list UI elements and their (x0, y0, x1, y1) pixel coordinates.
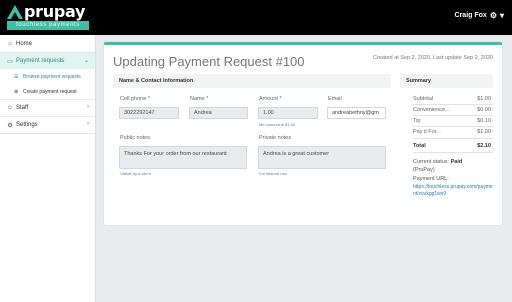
sidebar-item-home[interactable]: ⌂ Home (0, 36, 95, 52)
summary-label: Convenience... (413, 107, 450, 113)
plus-circle-icon: ⊕ (14, 88, 19, 95)
cell-phone-label: Cell phone * (120, 96, 150, 102)
summary-label: Pay it For... (413, 129, 441, 135)
summary-row-subtotal: Subtotal $1.00 (413, 96, 491, 102)
cell-phone-field[interactable]: 3022292147 (119, 107, 179, 119)
gear-icon: ⚙ (489, 11, 497, 20)
summary-value: $0.10 (477, 118, 491, 124)
summary-value: $1.00 (477, 129, 491, 135)
private-notes-hint: For internal use (259, 171, 287, 176)
amount-label: Amount * (259, 96, 282, 102)
summary-row-total: Total $2.10 (413, 143, 491, 149)
email-label: Email (328, 96, 342, 102)
summary-section-header: Summary (400, 74, 493, 88)
sidebar-item-settings[interactable]: ⚙ Settings › (0, 117, 95, 133)
logo-text: prupay (24, 2, 86, 21)
name-label: Name * (190, 96, 209, 102)
top-bar: prupay touchless payments Craig Fox ⚙ ▾ (0, 0, 512, 35)
sidebar-item-label: Home (16, 41, 33, 47)
sidebar-item-staff[interactable]: ☺ Staff › (0, 100, 95, 116)
amount-field[interactable]: 1.00 (258, 107, 318, 119)
logo-tagline: touchless payments (7, 21, 89, 30)
payment-request-card: Updating Payment Request #100 Created at… (104, 42, 502, 225)
home-icon: ⌂ (8, 41, 12, 47)
current-status: Current status: Paid (413, 159, 462, 165)
sidebar-subitem-label: Create payment request (23, 88, 77, 95)
user-name: Craig Fox (454, 12, 487, 19)
amount-hint: Min amount is $1.00 (259, 122, 296, 127)
status-label: Current status: (413, 159, 450, 165)
sidebar: ⌂ Home ▭ Payment requests ⌄ ☰ Browse pay… (0, 35, 96, 302)
caret-down-icon: ▾ (499, 11, 504, 20)
chevron-right-icon: › (87, 104, 89, 110)
contact-section-header: Name & Contact Information (113, 74, 391, 88)
created-timestamp: Created at Sep 2, 2020, Last update Sep … (373, 55, 493, 61)
summary-row-tip: Tip $0.10 (413, 118, 491, 124)
summary-label: Tip (413, 118, 421, 124)
sidebar-item-label: Settings (16, 122, 38, 128)
sidebar-item-label: Staff (16, 105, 29, 111)
users-icon: ☺ (6, 105, 14, 111)
public-notes-field[interactable]: Thanks For your order from our restauran… (119, 146, 247, 169)
status-value: Paid (450, 159, 463, 165)
summary-row-convenience: Convenience... $0.00 (413, 107, 491, 113)
name-field[interactable]: Andrea (189, 107, 248, 119)
card-icon: ▭ (7, 58, 13, 65)
chevron-right-icon: › (87, 121, 89, 127)
sidebar-subitem-browse-payment-requests[interactable]: ☰ Browse payment requests (0, 69, 95, 84)
summary-label: Subtotal (413, 96, 434, 102)
sidebar-item-payment-requests[interactable]: ▭ Payment requests ⌄ (0, 53, 95, 69)
sidebar-subitem-label: Browse payment requests (23, 73, 81, 80)
summary-total-value: $2.10 (477, 143, 491, 149)
chevron-down-icon: ⌄ (83, 58, 89, 64)
payment-url-link[interactable]: https://touchless.prupay.com/payment/zvu… (413, 184, 495, 198)
email-field[interactable]: andreabethny@gm (327, 107, 386, 119)
payment-url-label: Payment URL: (413, 176, 449, 182)
public-notes-label: Public notes (120, 135, 150, 141)
summary-row-pay-it-forward: Pay it For... $1.00 (413, 129, 491, 135)
list-icon: ☰ (14, 73, 19, 80)
prupay-logo[interactable]: prupay touchless payments (7, 2, 89, 30)
status-sub: (PruPay) (413, 167, 435, 173)
sidebar-subitem-create-payment-request[interactable]: ⊕ Create payment request (0, 84, 95, 99)
public-notes-hint: Visible by a client (120, 171, 151, 176)
summary-value: $1.00 (477, 96, 491, 102)
summary-total-label: Total (413, 143, 426, 149)
sidebar-item-label: Payment requests (16, 58, 65, 64)
page-title: Updating Payment Request #100 (113, 54, 305, 69)
gears-icon: ⚙ (7, 122, 13, 129)
user-menu[interactable]: Craig Fox ⚙ ▾ (455, 11, 504, 20)
summary-value: $0.00 (477, 107, 491, 113)
private-notes-field[interactable]: Andrea is a great customer (258, 146, 386, 169)
private-notes-label: Private notes (259, 135, 292, 141)
